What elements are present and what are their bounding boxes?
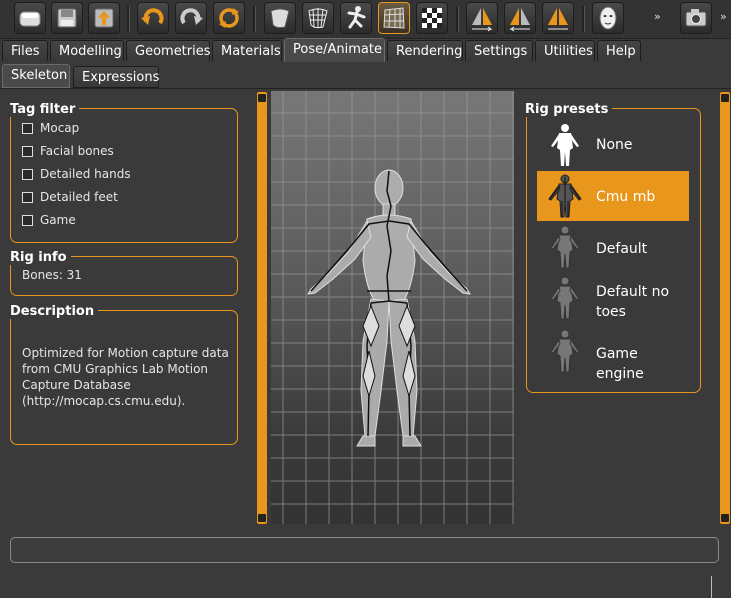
slider-up-arrow[interactable]	[721, 94, 729, 102]
description-line: Optimized for Motion capture data	[22, 346, 229, 360]
sub-tab-bar: Skeleton Expressions	[0, 62, 731, 89]
checkbox[interactable]	[22, 123, 33, 134]
preset-default-thumbnail	[550, 225, 580, 269]
description-text: Optimized for Motion capture data from C…	[22, 345, 229, 409]
wireframe-icon[interactable]	[302, 2, 334, 34]
preset-default-no-toes-thumbnail	[550, 276, 580, 320]
undo-icon[interactable]	[137, 2, 169, 34]
toolbar-more-button[interactable]: »	[654, 10, 661, 23]
viewport-canvas	[271, 91, 514, 524]
symmetry-right-icon[interactable]	[466, 2, 498, 34]
tab-materials[interactable]: Materials	[212, 40, 282, 61]
3d-viewport[interactable]	[271, 91, 514, 524]
tab-help[interactable]: Help	[597, 40, 641, 61]
description-title: Description	[6, 304, 99, 319]
description-line: from CMU Graphics Lab Motion	[22, 362, 209, 376]
checkbox-label: Mocap	[40, 121, 80, 135]
reset-icon[interactable]	[213, 2, 245, 34]
preset-game-engine-thumbnail	[550, 329, 580, 373]
redo-icon[interactable]	[175, 2, 207, 34]
preset-label: Game engine	[596, 346, 644, 382]
separator	[582, 6, 585, 32]
checker-icon[interactable]	[416, 2, 448, 34]
rig-info-title: Rig info	[6, 250, 71, 265]
tab-settings[interactable]: Settings	[465, 40, 533, 61]
status-bar	[10, 537, 719, 563]
toolbar: » »	[0, 0, 731, 39]
preset-label: Default no toes	[596, 282, 669, 322]
rig-presets-title: Rig presets	[521, 102, 613, 117]
main-tab-bar: Files Modelling Geometries Materials Pos…	[0, 38, 731, 62]
separator	[253, 6, 256, 32]
separator	[456, 6, 459, 32]
description-line: (http://mocap.cs.cmu.edu).	[22, 394, 186, 408]
checkbox[interactable]	[22, 215, 33, 226]
checkbox-label: Game	[40, 213, 76, 227]
bones-count: Bones: 31	[22, 268, 82, 282]
preset-label-line: Default no	[596, 284, 670, 300]
viewport-right-slider[interactable]	[720, 92, 730, 524]
preset-cmu-mb-thumbnail	[548, 174, 582, 218]
preset-label: Default	[596, 241, 648, 257]
preset-game-engine[interactable]: Game engine	[537, 326, 689, 382]
separator	[127, 6, 130, 32]
load-icon[interactable]	[14, 2, 46, 34]
checkbox-label: Facial bones	[40, 144, 114, 158]
checkbox[interactable]	[22, 169, 33, 180]
front-view-mask-icon[interactable]	[592, 2, 624, 34]
symmetry-left-icon[interactable]	[504, 2, 536, 34]
pose-icon[interactable]	[340, 2, 372, 34]
tab-rendering[interactable]: Rendering	[387, 40, 463, 61]
checkbox[interactable]	[22, 146, 33, 157]
divider	[711, 576, 712, 598]
preset-none-thumbnail	[551, 124, 579, 166]
preset-label-line: toes	[596, 304, 626, 320]
preset-default-no-toes[interactable]: Default no toes	[537, 273, 689, 323]
tab-pose-animate[interactable]: Pose/Animate	[284, 38, 385, 62]
preset-none[interactable]: None	[537, 120, 689, 170]
tab-skeleton[interactable]: Skeleton	[2, 64, 70, 88]
checkbox[interactable]	[22, 192, 33, 203]
tag-filter-title: Tag filter	[6, 102, 80, 117]
tab-utilities[interactable]: Utilities	[535, 40, 595, 61]
toolbar-more-button-2[interactable]: »	[720, 10, 727, 23]
background-grid-icon[interactable]	[378, 2, 410, 34]
preset-cmu-mb[interactable]: Cmu mb	[537, 171, 689, 221]
preset-label: Cmu mb	[596, 189, 656, 205]
tab-files[interactable]: Files	[2, 40, 48, 61]
checkbox-label: Detailed feet	[40, 190, 118, 204]
slider-up-arrow[interactable]	[258, 94, 266, 102]
save-icon[interactable]	[51, 2, 83, 34]
camera-icon[interactable]	[680, 2, 712, 34]
slider-down-arrow[interactable]	[721, 514, 729, 522]
tab-expressions[interactable]: Expressions	[73, 66, 159, 88]
checkbox-label: Detailed hands	[40, 167, 131, 181]
tab-modelling[interactable]: Modelling	[50, 40, 124, 61]
symmetry-icon[interactable]	[542, 2, 574, 34]
viewport-left-slider[interactable]	[257, 92, 267, 524]
preset-default[interactable]: Default	[537, 222, 689, 272]
preset-label: None	[596, 137, 633, 153]
description-line: Capture Database	[22, 378, 131, 392]
tab-geometries[interactable]: Geometries	[126, 40, 211, 61]
slider-down-arrow[interactable]	[258, 514, 266, 522]
export-icon[interactable]	[88, 2, 120, 34]
smooth-icon[interactable]	[264, 2, 296, 34]
